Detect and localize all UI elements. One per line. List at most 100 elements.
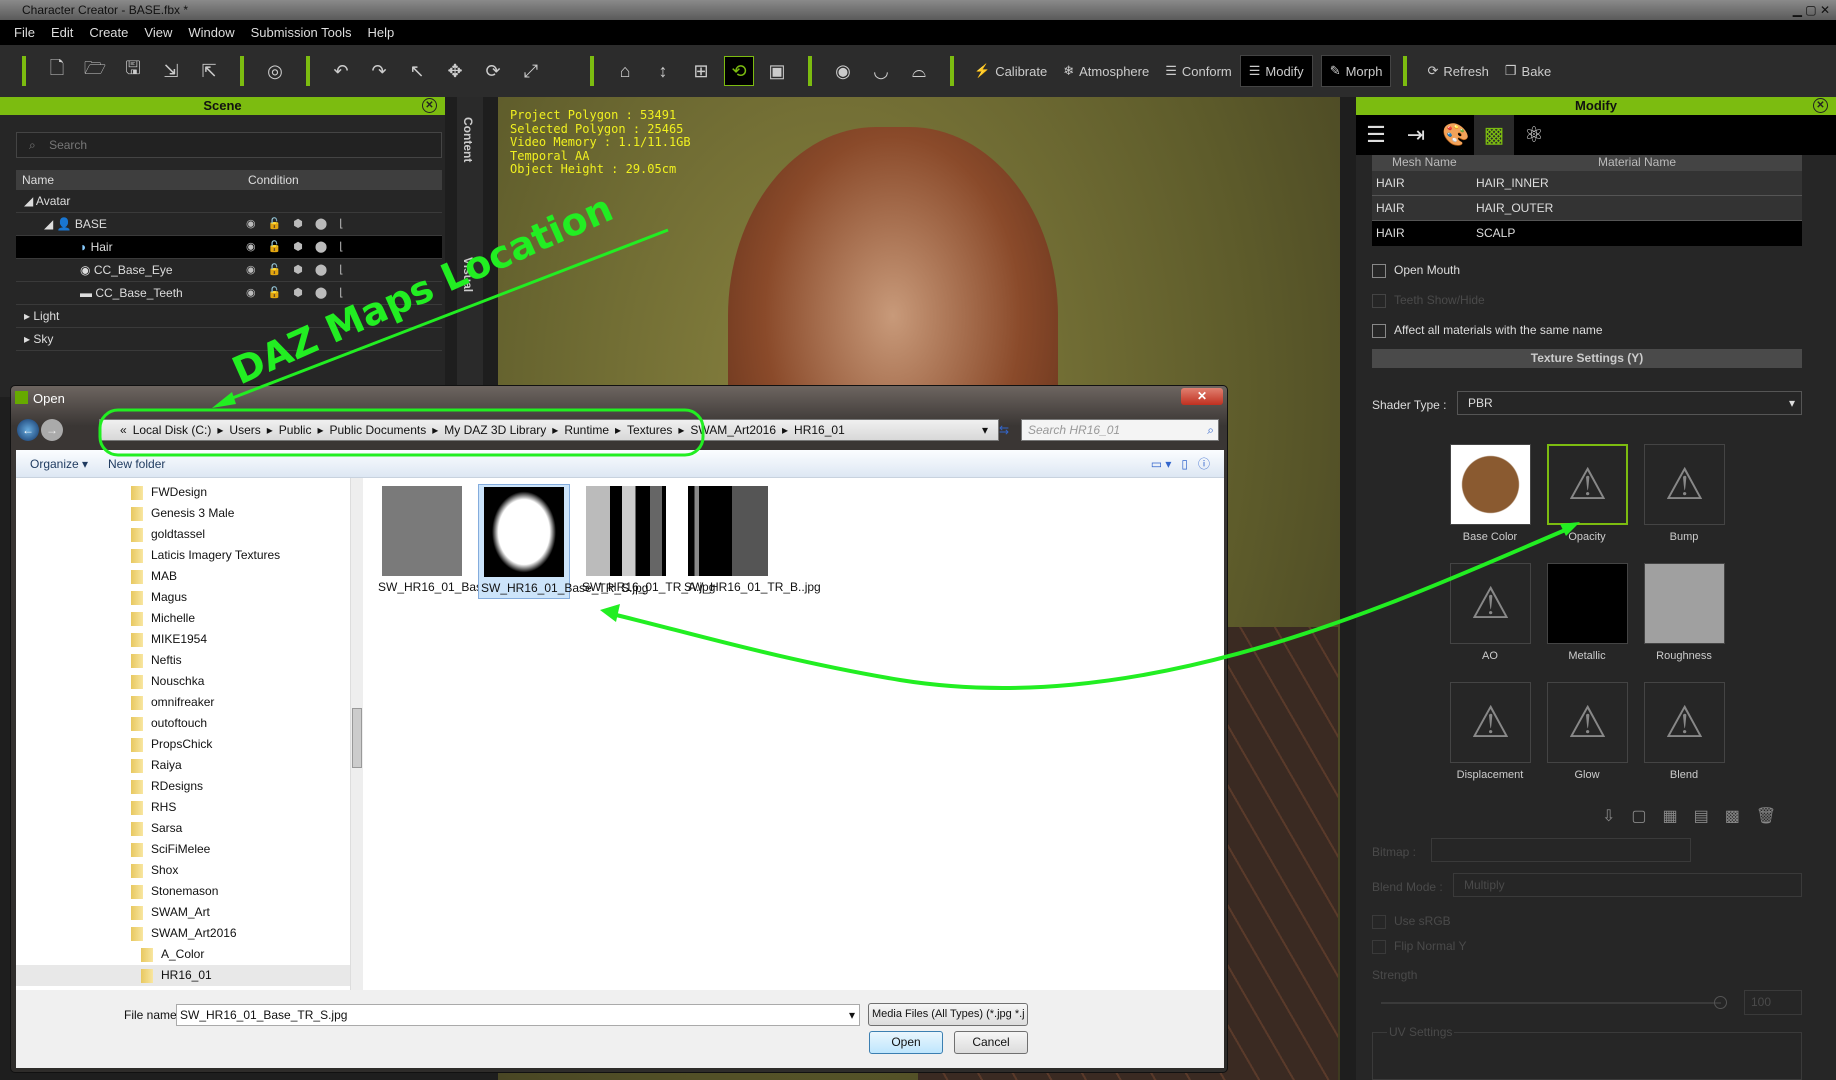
channel-base-color[interactable] (1450, 444, 1531, 525)
tree-row-light[interactable]: ▸ Light (16, 305, 442, 328)
channel-glow[interactable]: ⚠ (1547, 682, 1628, 763)
view-help-icons[interactable]: ▭ ▾ ▯ ⓘ (1151, 450, 1210, 478)
affect-all-checkbox[interactable]: Affect all materials with the same name (1372, 323, 1603, 338)
file-item[interactable]: SW_HR16_01_TR_A.jpg (580, 484, 715, 597)
folder-item[interactable]: MAB (131, 566, 177, 587)
menu-view[interactable]: View (144, 25, 172, 40)
dialog-close-button[interactable]: ✕ (1181, 388, 1223, 405)
menu-edit[interactable]: Edit (51, 25, 73, 40)
folder-item[interactable]: SWAM_Art2016 (131, 923, 237, 944)
close-icon[interactable]: ✕ (422, 98, 437, 113)
address-bar[interactable]: «Local Disk (C:) ▸ Users ▸ Public ▸ Public Doc… (99, 419, 999, 441)
folder-item[interactable]: Michelle (131, 608, 195, 629)
folder-item[interactable]: A_Color (141, 944, 204, 965)
orbit-icon[interactable]: ⟲ (724, 56, 754, 86)
file-list[interactable]: SW_HR16_01_Base_BUM.jpg SW_HR16_01_Base_… (363, 478, 1224, 990)
menu-create[interactable]: Create (89, 25, 128, 40)
fit-height-icon[interactable]: ↕ (648, 56, 678, 86)
dialog-search-input[interactable]: Search HR16_01 ⌕ (1021, 419, 1219, 441)
undo-icon[interactable]: ↶ (326, 56, 356, 86)
morph-button[interactable]: ✎ Morph (1320, 55, 1392, 87)
bake-button[interactable]: ❒ Bake (1497, 55, 1559, 87)
strength-input[interactable]: 100 (1744, 990, 1802, 1015)
channel-ao[interactable]: ⚠ (1450, 563, 1531, 644)
channel-opacity[interactable]: ⚠ (1547, 444, 1628, 525)
folder-item[interactable]: Neftis (131, 650, 182, 671)
open-folder-icon[interactable]: 🗁 (80, 56, 110, 86)
folder-item[interactable]: SWAM_Art (131, 902, 210, 923)
select-icon[interactable]: ↖ (402, 56, 432, 86)
fit-all-icon[interactable]: ⊞ (686, 56, 716, 86)
import-icon[interactable]: ⇲ (156, 56, 186, 86)
tree-row-hair[interactable]: ◗ Hair ◉🔓⬢⬤⌊ (16, 236, 442, 259)
open-mouth-checkbox[interactable]: Open Mouth (1372, 263, 1460, 278)
texture-settings-header[interactable]: Texture Settings (Y) (1372, 349, 1802, 368)
refresh-button[interactable]: ⟳ Refresh (1419, 55, 1496, 87)
texture-action-icons[interactable]: ⇩▢▦▤▩🗑 (1602, 806, 1792, 826)
save-icon[interactable]: 🖫 (118, 56, 148, 86)
export-icon[interactable]: ⇱ (194, 56, 224, 86)
folder-item[interactable]: Stonemason (131, 881, 218, 902)
refresh-icon[interactable]: ⇆ (999, 419, 1017, 441)
folder-item[interactable]: goldtassel (131, 524, 205, 545)
redo-icon[interactable]: ↷ (364, 56, 394, 86)
tree-row-avatar[interactable]: ◢ Avatar (16, 190, 442, 213)
atmosphere-button[interactable]: ❄ Atmosphere (1055, 55, 1157, 87)
channel-metallic[interactable] (1547, 563, 1628, 644)
filename-input[interactable]: SW_HR16_01_Base_TR_S.jpg ▾ (176, 1004, 860, 1026)
new-folder-button[interactable]: New folder (108, 450, 165, 478)
folder-item[interactable]: MIKE1954 (131, 629, 207, 650)
window-controls[interactable]: ▁ ▢ ✕ (1793, 0, 1830, 20)
rotate-icon[interactable]: ⟳ (478, 56, 508, 86)
menu-submission-tools[interactable]: Submission Tools (251, 25, 352, 40)
folder-item[interactable]: Nouschka (131, 671, 204, 692)
scene-search-input[interactable]: ⌕ Search (16, 132, 442, 158)
folder-item[interactable]: omnifreaker (131, 692, 214, 713)
folder-item[interactable]: FWDesign (131, 482, 207, 503)
tab-morph-icon[interactable]: ⇥ (1396, 115, 1436, 155)
channel-blend[interactable]: ⚠ (1644, 682, 1725, 763)
folder-item[interactable]: RHS (131, 797, 176, 818)
folder-item[interactable]: SciFiMelee (131, 839, 210, 860)
tab-content[interactable]: Content (461, 117, 475, 162)
menu-window[interactable]: Window (188, 25, 234, 40)
tree-row-sky[interactable]: ▸ Sky (16, 328, 442, 351)
tab-visual[interactable]: Visual (461, 257, 475, 292)
file-item[interactable]: SW_HR16_01_Base_BUM.jpg (376, 484, 541, 597)
folder-item[interactable]: Magus (131, 587, 187, 608)
shader-type-select[interactable]: PBR ▾ (1457, 391, 1802, 415)
channel-roughness[interactable] (1644, 563, 1725, 644)
tree-row-eye[interactable]: ◉ CC_Base_Eye ◉🔓⬢⬤⌊ (16, 259, 442, 282)
organize-button[interactable]: Organize ▾ (30, 450, 88, 478)
menu-help[interactable]: Help (368, 25, 395, 40)
cancel-button[interactable]: Cancel (954, 1031, 1028, 1054)
forward-button[interactable]: → (41, 419, 63, 441)
tree-scrollbar[interactable] (350, 478, 363, 990)
folder-item[interactable]: Genesis 3 Male (131, 503, 234, 524)
scale-icon[interactable]: ⤢ (516, 56, 546, 86)
material-row[interactable]: HAIR HAIR_INNER (1372, 171, 1802, 196)
tree-row-base[interactable]: ◢ 👤 BASE ◉🔓⬢⬤⌊ (16, 213, 442, 236)
folder-item[interactable]: outoftouch (131, 713, 207, 734)
tab-sliders-icon[interactable]: ☰ (1356, 115, 1396, 155)
folder-item[interactable]: HR16_01 (16, 965, 350, 986)
menu-file[interactable]: File (14, 25, 35, 40)
content-icon[interactable]: ◎ (260, 56, 290, 86)
folder-item[interactable]: Shox (131, 860, 178, 881)
home-camera-icon[interactable]: ⌂ (610, 56, 640, 86)
folder-item[interactable]: Raiya (131, 755, 182, 776)
folder-item[interactable]: Laticis Imagery Textures (131, 545, 280, 566)
strength-slider-handle[interactable] (1714, 996, 1727, 1009)
tab-palette-icon[interactable]: 🎨 (1436, 115, 1476, 155)
material-row[interactable]: HAIR HAIR_OUTER (1372, 196, 1802, 221)
strength-slider[interactable] (1381, 1002, 1721, 1004)
folder-item[interactable]: Sarsa (131, 818, 182, 839)
flip-normal-checkbox[interactable]: Flip Normal Y (1372, 939, 1466, 954)
back-button[interactable]: ← (17, 419, 39, 441)
new-file-icon[interactable]: 🗋 (42, 56, 72, 86)
folder-item[interactable]: PropsChick (131, 734, 212, 755)
tab-physics-icon[interactable]: ⚛ (1514, 115, 1554, 155)
blend-mode-select[interactable]: Multiply (1453, 873, 1802, 897)
file-item[interactable]: SW_HR16_01_TR_B..jpg (682, 484, 821, 597)
frame-icon[interactable]: ▣ (762, 56, 792, 86)
